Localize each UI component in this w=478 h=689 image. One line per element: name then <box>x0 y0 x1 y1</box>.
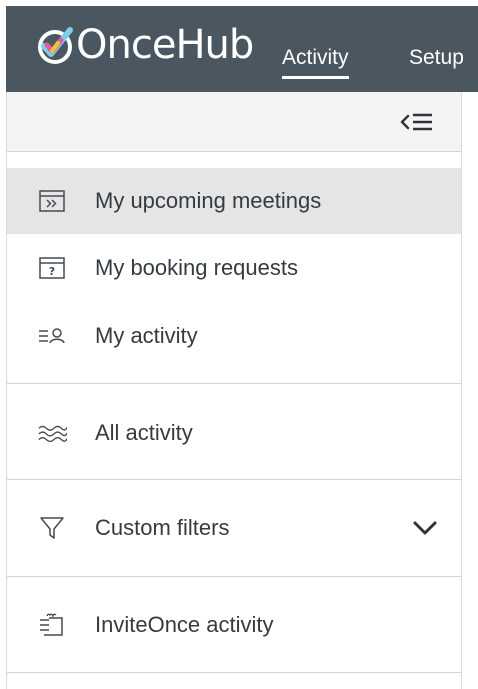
sidebar-item-my-activity[interactable]: My activity <box>7 303 461 369</box>
tab-activity[interactable]: Activity <box>282 46 349 79</box>
sidebar-panel: My upcoming meetings ? My booking reques… <box>6 92 462 689</box>
logo[interactable]: OnceHub <box>34 20 254 70</box>
sidebar-item-custom-filters[interactable]: Custom filters <box>7 495 461 561</box>
filter-icon <box>37 513 67 543</box>
tab-setup[interactable]: Setup <box>409 46 464 70</box>
collapse-menu-icon[interactable] <box>399 108 435 136</box>
app-frame: OnceHub Activity Setup My upcoming meeti… <box>0 0 478 689</box>
svg-text:?: ? <box>49 265 55 278</box>
calendar-forward-icon <box>37 186 67 216</box>
list-person-icon <box>37 321 67 351</box>
calendar-question-icon: ? <box>37 253 67 283</box>
divider <box>7 479 461 480</box>
sidebar-item-inviteonce-activity[interactable]: InviteOnce activity <box>7 592 461 658</box>
sidebar-item-label: My booking requests <box>95 255 298 280</box>
sidebar-collapse-row <box>7 92 461 152</box>
chevron-down-icon[interactable] <box>411 515 439 541</box>
sidebar-gap <box>7 152 461 162</box>
sidebar-item-label: InviteOnce activity <box>95 612 274 637</box>
sidebar-item-label: All activity <box>95 420 193 445</box>
divider <box>7 383 461 384</box>
top-header: OnceHub Activity Setup <box>6 6 478 92</box>
invite-list-icon <box>37 610 67 640</box>
sidebar-item-my-booking-requests[interactable]: ? My booking requests <box>7 235 461 301</box>
divider <box>7 672 461 673</box>
sidebar-item-label: My upcoming meetings <box>95 188 322 213</box>
logo-text: OnceHub <box>76 22 254 68</box>
waves-icon <box>37 418 67 448</box>
sidebar-item-label: Custom filters <box>95 515 230 540</box>
sidebar-item-all-activity[interactable]: All activity <box>7 400 461 466</box>
sidebar-item-label: My activity <box>95 323 198 348</box>
divider <box>7 576 461 577</box>
sidebar-item-my-upcoming-meetings[interactable]: My upcoming meetings <box>7 168 461 234</box>
oncehub-logo-icon <box>38 27 73 64</box>
